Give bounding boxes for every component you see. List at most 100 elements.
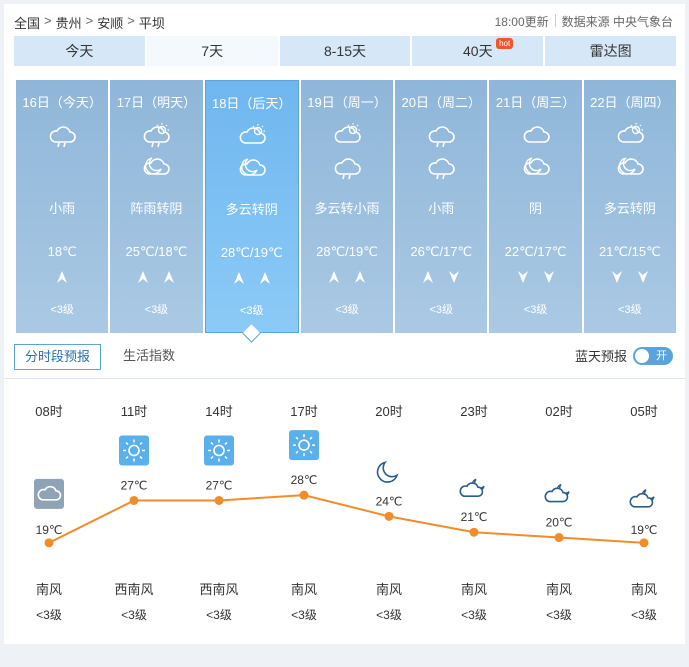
day-condition: 多云转阴	[225, 202, 278, 217]
day-card[interactable]: 16日（今天） 小雨 18℃ <3级	[16, 80, 109, 333]
tab-hourly-forecast[interactable]: 分时段预报	[14, 344, 102, 370]
moon-cloud-icon	[142, 154, 171, 180]
wind-up-icon	[164, 271, 175, 283]
day-card[interactable]: 22日（周四） 多云转阴 21℃/15℃ <3级	[583, 80, 676, 333]
tab-40days[interactable]: 40天 hot	[412, 36, 544, 66]
day-date: 16日（今天）	[22, 95, 102, 110]
tab-label: 雷达图	[589, 43, 632, 59]
day-date: 17日（明天）	[116, 95, 197, 110]
day-date: 21日（周三）	[495, 95, 576, 110]
day-temperature: 21℃/15℃	[598, 244, 661, 259]
day-card[interactable]: 20日（周二） 小雨 26℃/17℃ <3级	[395, 80, 488, 333]
wind-up-icon	[138, 271, 149, 283]
sub-tabs: 分时段预报 生活指数	[14, 344, 185, 370]
breadcrumb-city[interactable]: 安顺	[97, 13, 123, 32]
day-condition: 阴	[529, 201, 543, 216]
day-temperature: 25℃/18℃	[125, 244, 188, 259]
day-card[interactable]: 18日（后天） 多云转阴 28℃/19℃ <3级	[204, 80, 299, 333]
day-date: 19日（周一）	[307, 95, 387, 110]
hour-wind-direction: 南风	[375, 582, 402, 597]
wind-up-icon	[328, 271, 339, 283]
tab-radar[interactable]: 雷达图	[545, 36, 676, 66]
hour-time: 20时	[375, 404, 403, 419]
wind-down-icon	[611, 271, 622, 283]
hourly-columns: 08时 南风 <3级 11时 西南风 <3级 14时 西南风 <3级 17时 南风 <3级 20时 南风 <…	[4, 379, 685, 644]
day-card[interactable]: 19日（周一） 多云转小雨 28℃/19℃ <3级	[300, 80, 394, 333]
hour-wind-direction: 西南风	[114, 582, 154, 597]
bluesky-toggle[interactable]: 开	[633, 346, 673, 365]
day-date: 18日（后天）	[211, 96, 292, 111]
daily-forecast: 16日（今天） 小雨 18℃ <3级 17日（明天） 阵雨转阴 25℃/18℃ <3级 18日（…	[16, 80, 676, 333]
bluesky-label: 蓝天预报	[574, 349, 627, 364]
hour-wind-level: <3级	[461, 608, 487, 622]
day-wind-level: <3级	[50, 304, 74, 316]
wind-down-icon	[637, 271, 648, 283]
hour-wind-level: <3级	[36, 608, 62, 622]
day-card[interactable]: 17日（明天） 阵雨转阴 25℃/18℃ <3级	[110, 80, 203, 333]
day-temperature: 22℃/17℃	[504, 244, 567, 259]
breadcrumb-county: 平坝	[138, 16, 165, 31]
sun-cloud-rain-icon	[142, 122, 171, 148]
breadcrumb-province[interactable]: 贵州	[56, 13, 82, 32]
top-bar: 全国 > 贵州 > 安顺 > 平坝 18:00更新 数据来源 中央气象台	[4, 4, 685, 36]
day-wind-level: <3级	[523, 304, 548, 316]
sun-cloud-icon	[616, 122, 644, 148]
tab-life-index[interactable]: 生活指数	[113, 344, 185, 370]
day-temperature: 18℃	[47, 244, 77, 259]
hour-wind-direction: 南风	[290, 582, 317, 597]
update-info: 18:00更新 数据来源 中央气象台	[495, 13, 673, 30]
tab-label: 40天	[463, 43, 493, 59]
day-wind-level: <3级	[239, 305, 264, 317]
wind-up-icon	[423, 271, 434, 283]
wind-direction-icons	[110, 270, 202, 284]
hour-wind-direction: 南风	[630, 582, 657, 597]
hour-wind-level: <3级	[376, 608, 402, 622]
day-card[interactable]: 21日（周三） 阴 22℃/17℃ <3级	[489, 80, 582, 333]
day-condition: 小雨	[49, 201, 76, 216]
day-condition: 多云转小雨	[314, 201, 380, 216]
wind-up-icon	[354, 271, 365, 283]
day-temperature: 26℃/17℃	[410, 244, 473, 259]
day-wind-level: <3级	[335, 304, 359, 316]
toggle-label: 开	[656, 349, 667, 362]
tab-7days[interactable]: 7天	[146, 36, 278, 66]
hour-time: 08时	[35, 404, 63, 419]
forecast-tabs: 今天 7天 8-15天 40天 hot 雷达图	[14, 36, 676, 66]
tab-today[interactable]: 今天	[14, 36, 145, 66]
sun-cloud-icon	[333, 122, 361, 148]
tab-label: 8-15天	[323, 43, 366, 59]
wind-up-icon	[233, 272, 244, 284]
cloud-rain-icon	[427, 154, 455, 180]
wind-down-icon	[543, 271, 554, 283]
wind-direction-icons	[489, 270, 581, 284]
wind-down-icon	[517, 271, 528, 283]
hour-wind-level: <3级	[121, 608, 147, 622]
bluesky-forecast: 蓝天预报 开	[575, 346, 673, 365]
breadcrumb: 全国 > 贵州 > 安顺 > 平坝	[14, 13, 165, 32]
day-condition: 小雨	[428, 201, 455, 216]
day-temperature: 28℃/19℃	[316, 244, 378, 259]
moon-cloud-icon	[616, 154, 644, 180]
day-wind-level: <3级	[429, 304, 454, 316]
hour-time: 17时	[290, 404, 318, 419]
wind-down-icon	[449, 271, 460, 283]
wind-up-icon	[57, 271, 68, 283]
tab-8-15days[interactable]: 8-15天	[279, 36, 411, 66]
update-time: 18:00更新	[494, 15, 549, 29]
cloud-icon	[522, 122, 550, 148]
hour-wind-direction: 西南风	[199, 582, 239, 597]
toggle-knob	[635, 348, 649, 363]
wind-up-icon	[259, 272, 270, 284]
day-date: 22日（周四）	[590, 95, 670, 110]
breadcrumb-separator: >	[127, 13, 135, 28]
sun-cloud-icon	[238, 123, 266, 149]
tab-label: 7天	[201, 43, 224, 59]
breadcrumb-country[interactable]: 全国	[14, 13, 40, 32]
weather-widget: 全国 > 贵州 > 安顺 > 平坝 18:00更新 数据来源 中央气象台 今天 …	[4, 4, 685, 644]
hour-wind-level: <3级	[206, 608, 232, 622]
day-condition: 阵雨转阴	[130, 201, 183, 216]
wind-direction-icons	[206, 271, 298, 285]
day-condition: 多云转阴	[603, 201, 656, 216]
data-source: 数据来源 中央气象台	[561, 15, 673, 29]
hour-wind-level: <3级	[631, 608, 657, 622]
